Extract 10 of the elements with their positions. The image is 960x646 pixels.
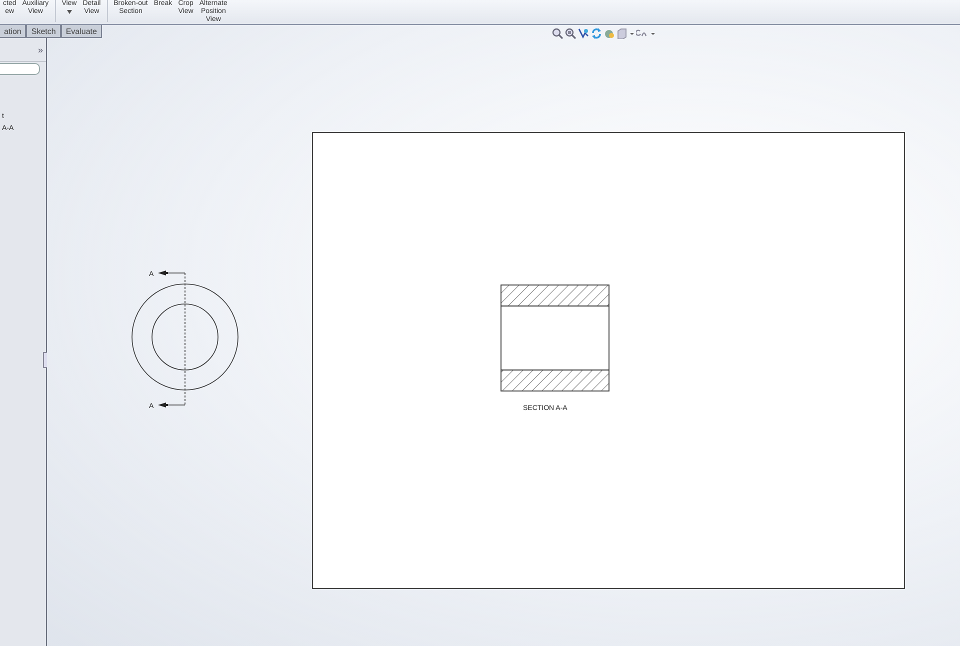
zoom-fit-icon[interactable] — [552, 28, 563, 39]
tab[interactable]: ation — [0, 25, 26, 38]
display-style-icon[interactable] — [604, 28, 615, 39]
expand-button[interactable]: » — [34, 45, 46, 55]
tab[interactable]: Sketch — [26, 25, 61, 38]
zoom-area-icon[interactable] — [565, 28, 576, 39]
tab[interactable]: Evaluate — [60, 25, 102, 38]
view-orientation-icon[interactable] — [617, 28, 634, 39]
filter-field[interactable] — [0, 63, 40, 75]
rotate-icon[interactable] — [591, 28, 602, 39]
